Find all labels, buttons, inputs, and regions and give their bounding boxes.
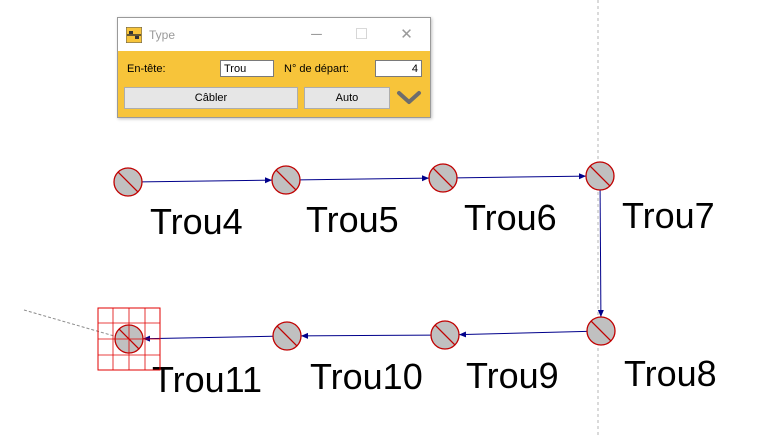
minimize-button[interactable]: ─ — [294, 18, 339, 51]
hole-6[interactable]: Trou6 — [428, 163, 557, 238]
dialog-titlebar[interactable]: Type ─ ☐ ✕ — [118, 18, 430, 51]
connector-line — [456, 173, 587, 180]
connector-line — [300, 332, 432, 339]
hole-8[interactable]: Trou8 — [586, 316, 717, 394]
hole-10[interactable]: Trou10 — [272, 321, 423, 397]
diagonal-guide-line — [23, 309, 129, 341]
header-input[interactable]: Trou — [220, 60, 274, 77]
maximize-button[interactable]: ☐ — [339, 18, 384, 51]
app-icon — [126, 27, 142, 43]
hole-label: Trou4 — [150, 201, 243, 242]
cable-button[interactable]: Câbler — [124, 87, 298, 109]
hole-label: Trou10 — [310, 356, 423, 397]
hole-5[interactable]: Trou5 — [271, 165, 399, 240]
connector-line — [458, 330, 588, 338]
hole-label: Trou5 — [306, 199, 399, 240]
hole-4[interactable]: Trou4 — [113, 167, 243, 242]
selection-crosshair — [97, 307, 161, 371]
connector-line — [597, 189, 604, 318]
auto-button[interactable]: Auto — [304, 87, 390, 109]
hole-label: Trou6 — [464, 197, 557, 238]
hole-label: Trou11 — [152, 359, 262, 400]
type-dialog: Type ─ ☐ ✕ En-tête: Trou N° de départ: 4… — [117, 17, 431, 118]
start-number-input[interactable]: 4 — [375, 60, 422, 77]
hole-11[interactable]: Trou11 — [114, 324, 262, 400]
hole-label: Trou9 — [466, 355, 559, 396]
close-button[interactable]: ✕ — [384, 18, 429, 51]
header-label: En-tête: — [127, 63, 166, 75]
chevron-down-icon[interactable] — [396, 90, 422, 106]
start-number-label: N° de départ: — [284, 63, 349, 75]
hole-label: Trou8 — [624, 353, 717, 394]
connector-line — [141, 177, 273, 184]
connector-line — [299, 175, 430, 182]
connector-line — [142, 335, 274, 342]
dialog-title: Type — [149, 28, 176, 42]
hole-label: Trou7 — [622, 195, 715, 236]
holes-layer: Trou4 Trou5 Trou6 Trou7 Trou8 Trou9 Trou10 Trou… — [97, 161, 717, 400]
hole-7[interactable]: Trou7 — [585, 161, 715, 236]
